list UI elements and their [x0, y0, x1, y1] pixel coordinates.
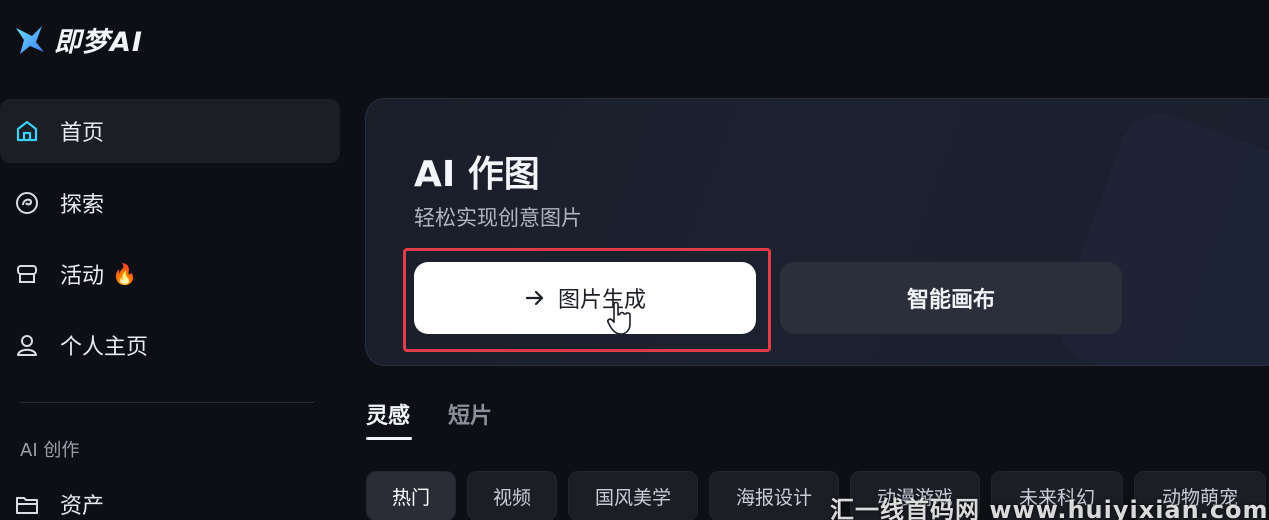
sidebar-item-assets[interactable]: 资产 — [0, 472, 340, 520]
hero-subtitle: 轻松实现创意图片 — [414, 206, 582, 230]
sidebar-item-activity[interactable]: 活动 🔥 — [0, 242, 340, 306]
sidebar-divider — [20, 402, 314, 403]
sidebar: 即梦AI 首页 探索 活动 🔥 个人主页 AI 创作 资产 — [0, 0, 350, 520]
hand-cursor-icon — [607, 301, 631, 335]
sidebar-item-home[interactable]: 首页 — [0, 99, 340, 163]
sidebar-item-explore[interactable]: 探索 — [0, 171, 340, 235]
fire-icon: 🔥 — [112, 262, 137, 286]
tab-inspiration[interactable]: 灵感 — [366, 398, 410, 430]
tab-short-video[interactable]: 短片 — [448, 398, 492, 430]
arrow-right-icon — [525, 290, 544, 306]
hero-title: AI 作图 — [414, 154, 540, 195]
chip-guofeng[interactable]: 国风美学 — [568, 471, 698, 520]
sidebar-item-label: 探索 — [60, 193, 105, 218]
generate-image-button[interactable]: 图片生成 — [414, 262, 756, 334]
chip-video[interactable]: 视频 — [467, 471, 557, 520]
section-label-ai-create: AI 创作 — [20, 440, 80, 461]
app-logo[interactable]: 即梦AI — [12, 20, 143, 59]
logo-text: 即梦AI — [54, 27, 143, 58]
sidebar-item-label: 活动 — [60, 264, 105, 289]
home-icon — [14, 118, 40, 144]
smart-canvas-button[interactable]: 智能画布 — [780, 262, 1122, 334]
chip-hot[interactable]: 热门 — [366, 471, 456, 520]
smart-canvas-label: 智能画布 — [906, 288, 995, 313]
chip-poster[interactable]: 海报设计 — [709, 471, 839, 520]
explore-icon — [14, 190, 40, 216]
sidebar-item-profile[interactable]: 个人主页 — [0, 313, 340, 377]
activity-icon — [14, 261, 40, 287]
user-icon — [14, 332, 40, 358]
logo-mark-icon — [16, 25, 44, 54]
watermark-text: 汇一线首码网 www.huiyixian.com — [830, 496, 1269, 520]
sidebar-item-label: 个人主页 — [60, 335, 149, 360]
sidebar-item-label: 首页 — [60, 121, 105, 146]
tab-active-indicator — [366, 437, 412, 440]
sidebar-item-label: 资产 — [60, 494, 105, 519]
folder-icon — [14, 491, 40, 517]
